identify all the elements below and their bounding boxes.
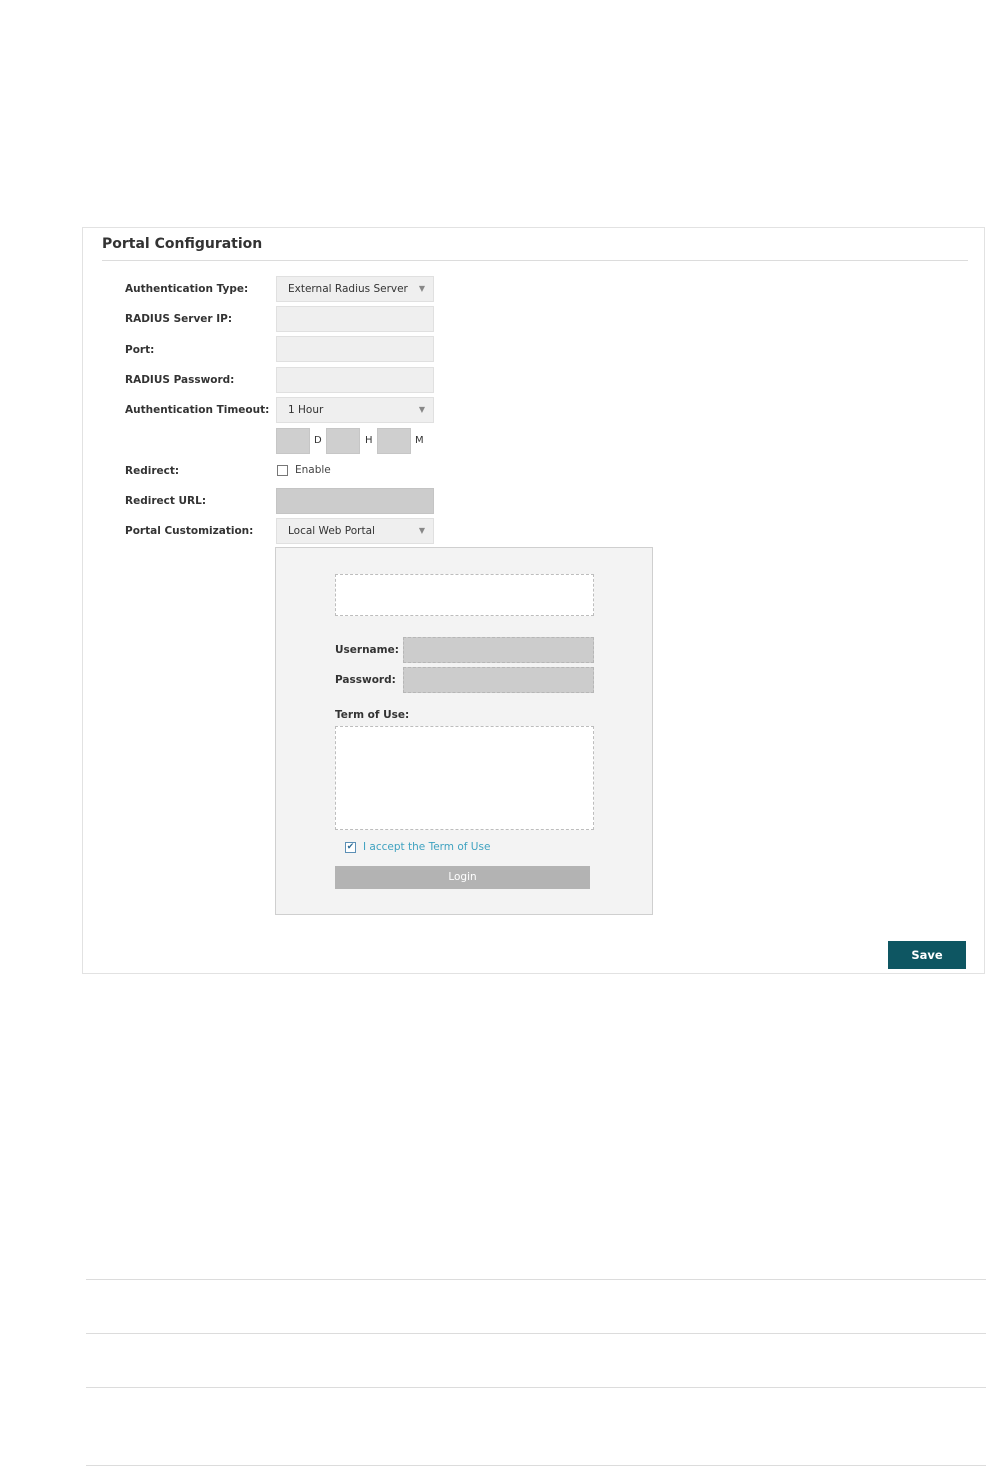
table-rule — [86, 1465, 986, 1466]
chevron-down-icon: ▼ — [418, 405, 425, 414]
minutes-unit-label: M — [415, 435, 424, 446]
radius-password-label: RADIUS Password: — [125, 374, 235, 386]
portal-logo-area[interactable] — [335, 574, 594, 616]
portal-custom-value: Local Web Portal — [288, 525, 375, 537]
table-rule — [86, 1387, 986, 1388]
portal-custom-select[interactable]: Local Web Portal ▼ — [276, 518, 434, 544]
auth-timeout-select[interactable]: 1 Hour ▼ — [276, 397, 434, 423]
auth-timeout-label: Authentication Timeout: — [125, 404, 270, 416]
radius-ip-input[interactable] — [276, 306, 434, 332]
portal-configuration-panel: Portal Configuration Authentication Type… — [82, 227, 985, 974]
redirect-label: Redirect: — [125, 465, 180, 477]
auth-type-select[interactable]: External Radius Server ▼ — [276, 276, 434, 302]
panel-title: Portal Configuration — [102, 236, 263, 252]
portal-preview: Username: Password: Term of Use: ✔ I acc… — [275, 547, 653, 915]
auth-timeout-value: 1 Hour — [288, 404, 324, 416]
hours-unit-label: H — [365, 435, 373, 446]
table-rule — [86, 1279, 986, 1280]
password-label: Password: — [335, 674, 396, 686]
save-button[interactable]: Save — [888, 941, 966, 969]
days-unit-label: D — [314, 435, 322, 446]
accept-terms-label[interactable]: I accept the Term of Use — [363, 841, 490, 853]
accept-terms-checkbox[interactable]: ✔ — [345, 842, 356, 853]
login-button[interactable]: Login — [335, 866, 590, 889]
checkmark-icon: ✔ — [346, 842, 355, 852]
redirect-url-input[interactable] — [276, 488, 434, 514]
timeout-days-input[interactable] — [276, 428, 310, 454]
chevron-down-icon: ▼ — [418, 526, 425, 535]
username-input[interactable] — [403, 637, 594, 663]
term-of-use-label: Term of Use: — [335, 709, 410, 721]
radius-ip-label: RADIUS Server IP: — [125, 313, 233, 325]
chevron-down-icon: ▼ — [418, 284, 425, 293]
auth-type-value: External Radius Server — [288, 283, 408, 295]
redirect-url-label: Redirect URL: — [125, 495, 207, 507]
username-label: Username: — [335, 644, 399, 656]
table-rule — [86, 1333, 986, 1334]
auth-type-label: Authentication Type: — [125, 283, 249, 295]
timeout-minutes-input[interactable] — [377, 428, 411, 454]
term-of-use-textarea[interactable] — [335, 726, 594, 830]
portal-custom-label: Portal Customization: — [125, 525, 254, 537]
title-divider — [102, 260, 968, 261]
password-input[interactable] — [403, 667, 594, 693]
redirect-enable-checkbox[interactable] — [277, 465, 288, 476]
redirect-enable-label: Enable — [295, 464, 331, 476]
radius-password-input[interactable] — [276, 367, 434, 393]
port-label: Port: — [125, 344, 155, 356]
port-input[interactable] — [276, 336, 434, 362]
timeout-hours-input[interactable] — [326, 428, 360, 454]
